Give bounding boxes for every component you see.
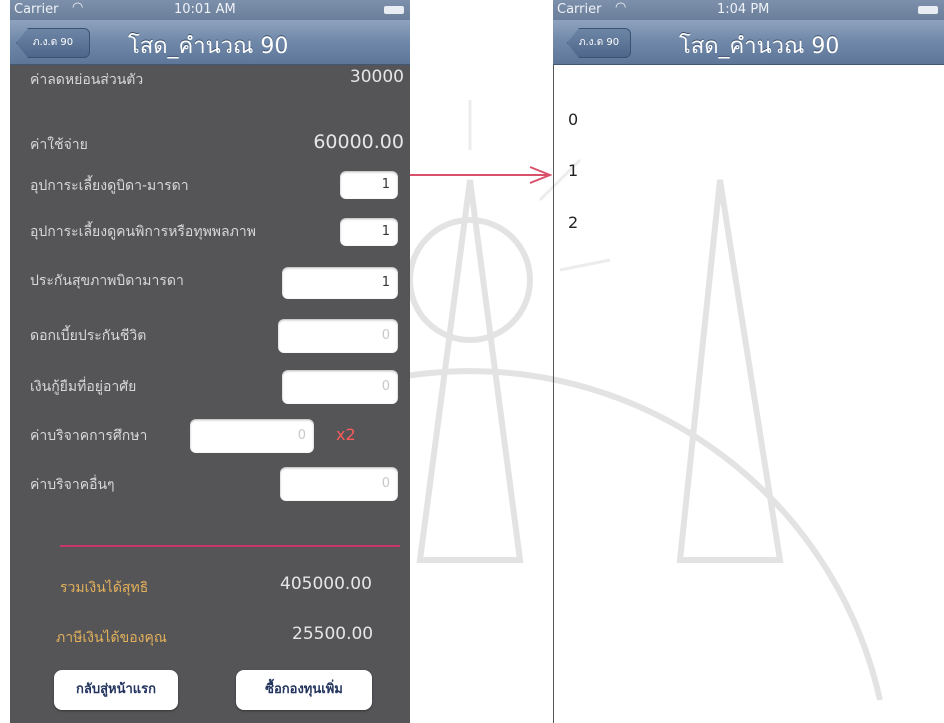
other-donation-input[interactable]: 0 bbox=[280, 467, 398, 501]
status-time: 1:04 PM bbox=[717, 2, 770, 17]
other-donation-row: ค่าบริจาคอื่นๆ 0 bbox=[10, 467, 410, 501]
housing-loan-label: เงินกู้ยืมที่อยู่อาศัย bbox=[30, 379, 137, 395]
status-bar: Carrier ◠ 10:01 AM bbox=[10, 0, 410, 20]
left-phone-screen: Carrier ◠ 10:01 AM ภ.ง.ด 90 โสด_คำนวณ 90… bbox=[10, 0, 410, 723]
status-bar: Carrier ◠ 1:04 PM bbox=[553, 0, 944, 20]
life-insurance-label: ดอกเบี้ยประกันชีวิต bbox=[30, 328, 147, 344]
parent-health-insurance-label: ประกันสุขภาพบิดามารดา bbox=[30, 273, 184, 289]
home-button[interactable]: กลับสู่หน้าแรก bbox=[54, 670, 178, 710]
list-item[interactable]: 0 bbox=[568, 110, 578, 129]
expense-value: 60000.00 bbox=[313, 131, 404, 153]
list-item[interactable]: 2 bbox=[568, 213, 578, 232]
navigation-bar: ภ.ง.ด 90 โสด_คำนวณ 90 bbox=[10, 20, 410, 65]
back-button[interactable]: ภ.ง.ด 90 bbox=[16, 28, 90, 58]
net-income-label: รวมเงินได้สุทธิ bbox=[60, 580, 149, 596]
buy-fund-button[interactable]: ซื้อกองทุนเพิ่ม bbox=[236, 670, 372, 710]
life-insurance-row: ดอกเบี้ยประกันชีวิต 0 bbox=[10, 319, 410, 353]
net-income-value: 405000.00 bbox=[280, 574, 372, 594]
disabled-support-row: อุปการะเลี้ยงดูคนพิการหรือทุพพลภาพ 1 bbox=[10, 218, 410, 248]
wifi-icon: ◠ bbox=[72, 0, 84, 15]
parent-health-insurance-input[interactable]: 1 bbox=[282, 267, 398, 299]
personal-allowance-row: ค่าลดหย่อนส่วนตัว 30000 bbox=[10, 63, 410, 93]
expense-row: ค่าใช้จ่าย 60000.00 bbox=[10, 130, 410, 160]
battery-icon bbox=[918, 6, 938, 14]
housing-loan-input[interactable]: 0 bbox=[282, 370, 398, 404]
other-donation-label: ค่าบริจาคอื่นๆ bbox=[30, 477, 115, 493]
housing-loan-row: เงินกู้ยืมที่อยู่อาศัย 0 bbox=[10, 370, 410, 404]
battery-icon bbox=[384, 6, 404, 14]
summary-divider bbox=[60, 545, 400, 547]
parent-support-input[interactable]: 1 bbox=[340, 171, 398, 199]
navigation-bar: ภ.ง.ด 90 โสด_คำนวณ 90 bbox=[553, 20, 944, 65]
personal-allowance-value: 30000 bbox=[349, 67, 404, 87]
right-phone-screen: Carrier ◠ 1:04 PM ภ.ง.ด 90 โสด_คำนวณ 90 … bbox=[553, 0, 944, 723]
status-time: 10:01 AM bbox=[174, 2, 236, 17]
income-tax-label: ภาษีเงินได้ของคุณ bbox=[56, 630, 167, 646]
education-donation-input[interactable]: 0 bbox=[190, 419, 314, 453]
parent-support-row: อุปการะเลี้ยงดูบิดา-มารดา 1 bbox=[10, 171, 410, 201]
education-donation-label: ค่าบริจาคการศึกษา bbox=[30, 428, 148, 444]
personal-allowance-label: ค่าลดหย่อนส่วนตัว bbox=[30, 72, 144, 88]
carrier-label: Carrier bbox=[14, 2, 59, 17]
page-title: โสด_คำนวณ 90 bbox=[679, 34, 840, 59]
list-item[interactable]: 1 bbox=[568, 161, 578, 180]
double-deduction-badge: x2 bbox=[336, 425, 356, 444]
tax-form: ค่าลดหย่อนส่วนตัว 30000 ค่าใช้จ่าย 60000… bbox=[10, 65, 410, 723]
income-tax-value: 25500.00 bbox=[292, 624, 374, 644]
education-donation-row: ค่าบริจาคการศึกษา 0 x2 bbox=[10, 419, 410, 453]
wifi-icon: ◠ bbox=[615, 0, 627, 15]
disabled-support-input[interactable]: 1 bbox=[340, 218, 398, 246]
parent-support-label: อุปการะเลี้ยงดูบิดา-มารดา bbox=[30, 178, 189, 194]
expense-label: ค่าใช้จ่าย bbox=[30, 137, 88, 153]
disabled-support-label: อุปการะเลี้ยงดูคนพิการหรือทุพพลภาพ bbox=[30, 224, 256, 240]
life-insurance-input[interactable]: 0 bbox=[278, 319, 398, 353]
page-title: โสด_คำนวณ 90 bbox=[128, 34, 289, 59]
back-button[interactable]: ภ.ง.ด 90 bbox=[567, 28, 631, 58]
parent-health-insurance-row: ประกันสุขภาพบิดามารดา 1 bbox=[10, 267, 410, 299]
arrow-head-icon bbox=[529, 166, 552, 184]
picker-list: 0 1 2 bbox=[553, 65, 944, 723]
carrier-label: Carrier bbox=[557, 2, 602, 17]
